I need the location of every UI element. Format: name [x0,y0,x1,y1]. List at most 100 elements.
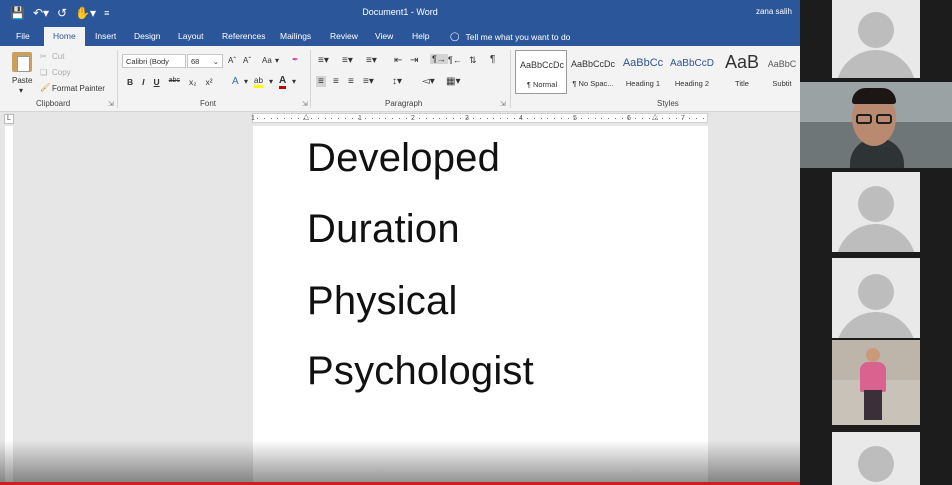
participant-tile[interactable] [832,172,920,252]
increase-indent-icon[interactable]: ⇥ [410,55,418,66]
ruler-tick [554,118,555,119]
clear-formatting-icon[interactable]: ✒ [292,55,299,64]
tab-layout[interactable]: Layout [178,31,204,41]
paste-dropdown-icon[interactable]: ▾ [19,86,23,95]
style-title[interactable]: AaB Title [716,50,768,94]
multilevel-list-icon[interactable]: ≡▾ [366,55,377,66]
chevron-down-icon[interactable]: ▾ [244,77,248,86]
paragraph-group-label: Paragraph [385,99,423,108]
style-name: Title [735,79,749,88]
ruler-tick [493,118,495,119]
ruler-tick [668,118,670,119]
change-case-button[interactable]: Aa [262,56,272,65]
numbering-icon[interactable]: ≡▾ [342,55,353,66]
font-size-field[interactable]: 68 ⌄ [187,54,223,68]
italic-button[interactable]: I [142,77,144,87]
strikethrough-button[interactable]: abc [169,77,180,87]
tab-help[interactable]: Help [412,31,429,41]
document-text-line[interactable]: Duration [307,207,460,252]
ruler-tick [533,118,535,119]
style-no-spacing[interactable]: AaBbCcDc ¶ No Spac... [567,50,619,94]
tab-mailings[interactable]: Mailings [280,31,311,41]
tab-file[interactable]: File [16,31,30,41]
chevron-down-icon[interactable]: ⌄ [213,57,219,66]
grow-font-button[interactable]: Aˆ [228,56,236,65]
align-left-icon[interactable]: ≡ [316,76,326,87]
justify-icon[interactable]: ≡▾ [363,76,374,87]
right-indent-marker-icon[interactable]: △ [652,112,658,121]
vertical-ruler[interactable] [5,126,13,485]
divider [310,50,311,108]
borders-icon[interactable]: ▦▾ [446,76,460,87]
clipboard-launcher-icon[interactable]: ⇲ [108,100,114,108]
tab-home[interactable]: Home [44,27,85,46]
align-center-icon[interactable]: ≡ [333,76,339,87]
paragraph-launcher-icon[interactable]: ⇲ [500,100,506,108]
style-normal[interactable]: AaBbCcDc ¶ Normal [515,50,567,94]
rtl-text-icon[interactable]: ¶← [448,55,462,65]
style-subtitle[interactable]: AaBbC Subtit [765,50,799,94]
paste-icon[interactable] [12,52,32,72]
chevron-down-icon[interactable]: ▾ [275,56,279,65]
chevron-down-icon[interactable]: ▾ [292,77,296,86]
ruler-tick [662,118,663,119]
text-effects-icon[interactable]: A [232,76,239,87]
ruler-tick [317,118,319,119]
subscript-button[interactable]: x₂ [189,77,197,87]
ruler-tick [358,118,360,119]
copy-button[interactable]: Copy [52,68,71,77]
show-paragraph-marks-icon[interactable]: ¶ [490,54,495,65]
avatar-head-icon [858,186,894,222]
underline-button[interactable]: U [154,77,160,87]
horizontal-ruler[interactable]: 1 1 2 3 4 5 6 7 △ △ [251,112,708,123]
user-name[interactable]: zana salih [756,7,792,16]
chevron-down-icon[interactable]: ▾ [269,77,273,86]
ruler-tick [446,118,447,119]
highlight-color-icon[interactable]: ab [254,76,263,88]
ruler-tick [263,118,265,119]
line-spacing-icon[interactable]: ↕▾ [392,76,402,87]
font-color-icon[interactable]: A [279,75,287,89]
ruler-tick [371,118,373,119]
ruler-tick [392,118,393,119]
sort-icon[interactable]: ⇅ [469,55,477,66]
tab-insert[interactable]: Insert [95,31,116,41]
shrink-font-button[interactable]: Aˇ [243,56,251,65]
font-launcher-icon[interactable]: ⇲ [302,100,308,108]
style-preview: AaBbCcDc [570,59,615,69]
document-page[interactable]: Developed Duration Physical Psychologist [253,126,708,485]
ltr-text-icon[interactable]: ¶→ [430,54,448,64]
indent-marker-icon[interactable]: △ [303,112,309,121]
format-painter-button[interactable]: Format Painter [52,84,105,93]
styles-gallery: AaBbCcDc ¶ Normal AaBbCcDc ¶ No Spac... … [513,50,798,96]
participant-tile[interactable] [832,432,920,485]
style-heading-1[interactable]: AaBbCc Heading 1 [617,50,669,94]
tab-references[interactable]: References [222,31,265,41]
cut-button[interactable]: Cut [52,52,64,61]
tab-selector[interactable]: L [4,114,14,124]
participant-tile[interactable] [832,0,920,78]
shading-icon[interactable]: ◅▾ [422,76,435,87]
bullets-icon[interactable]: ≡▾ [318,55,329,66]
participant-photo-tile[interactable] [832,340,920,425]
font-name-field[interactable]: Calibri (Body [122,54,186,68]
participant-tile[interactable] [832,258,920,338]
avatar-body-icon [836,50,916,78]
participant-video-tile[interactable] [800,82,952,168]
style-heading-2[interactable]: AaBbCcD Heading 2 [666,50,718,94]
tab-view[interactable]: View [375,31,393,41]
tell-me-box[interactable]: ◯ Tell me what you want to do [450,31,570,42]
ruler-tick [419,118,420,119]
align-right-icon[interactable]: ≡ [348,76,354,87]
document-text-line[interactable]: Developed [307,136,500,181]
tab-design[interactable]: Design [134,31,160,41]
cut-icon: ✂ [40,52,47,61]
decrease-indent-icon[interactable]: ⇤ [394,55,402,66]
bold-button[interactable]: B [127,77,133,87]
document-text-line[interactable]: Physical [307,279,458,324]
tab-review[interactable]: Review [330,31,358,41]
paste-button[interactable]: Paste [12,76,32,85]
superscript-button[interactable]: x² [206,77,213,87]
document-text-line[interactable]: Psychologist [307,349,534,394]
ruler-tick [506,118,508,119]
